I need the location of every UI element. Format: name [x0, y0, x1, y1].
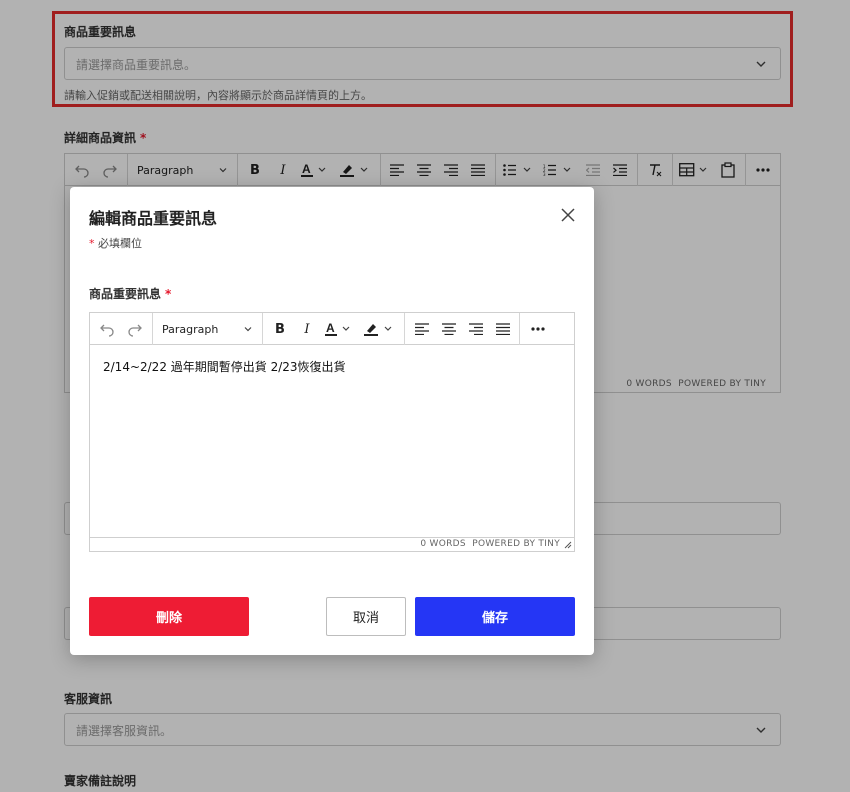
more-icon[interactable] [524, 313, 552, 345]
modal-editor[interactable]: Paragraph B I A 2/14~2/22 過年期間暫停出貨 2/23恢… [89, 312, 575, 552]
edit-important-info-modal: 編輯商品重要訊息 * 必填欄位 商品重要訊息* Paragraph B I A [70, 187, 594, 655]
required-note-text: 必填欄位 [98, 237, 142, 250]
align-justify-icon[interactable] [491, 313, 515, 345]
block-format-label: Paragraph [162, 322, 219, 336]
redo-icon[interactable] [122, 313, 148, 345]
svg-text:A: A [326, 321, 335, 335]
highlight-color-icon[interactable] [361, 313, 401, 345]
modal-editor-content[interactable]: 2/14~2/22 過年期間暫停出貨 2/23恢復出貨 [103, 358, 346, 375]
block-format-select[interactable]: Paragraph [153, 313, 261, 345]
bold-icon[interactable]: B [268, 313, 292, 345]
align-center-icon[interactable] [437, 313, 461, 345]
required-mark: * [89, 237, 95, 250]
text-color-icon[interactable]: A [323, 313, 357, 345]
modal-field-label-text: 商品重要訊息 [89, 287, 162, 301]
close-icon[interactable] [560, 207, 576, 223]
save-button[interactable]: 儲存 [415, 597, 575, 636]
modal-editor-toolbar: Paragraph B I A [90, 313, 574, 345]
modal-editor-statusbar: 0 WORDS POWERED BY TINY [90, 537, 574, 551]
required-note: * 必填欄位 [89, 235, 142, 251]
italic-icon[interactable]: I [295, 313, 319, 345]
powered-by: POWERED BY TINY [472, 539, 560, 549]
align-right-icon[interactable] [464, 313, 488, 345]
align-left-icon[interactable] [410, 313, 434, 345]
required-mark: * [165, 287, 172, 301]
delete-button[interactable]: 刪除 [89, 597, 249, 636]
word-count: 0 WORDS [420, 539, 466, 549]
undo-icon[interactable] [94, 313, 120, 345]
modal-field-label: 商品重要訊息 * [89, 285, 171, 302]
modal-title: 編輯商品重要訊息 [89, 209, 218, 228]
modal-editor-status: 0 WORDS POWERED BY TINY [420, 539, 560, 549]
cancel-button[interactable]: 取消 [326, 597, 406, 636]
resize-handle-icon[interactable] [564, 541, 572, 549]
